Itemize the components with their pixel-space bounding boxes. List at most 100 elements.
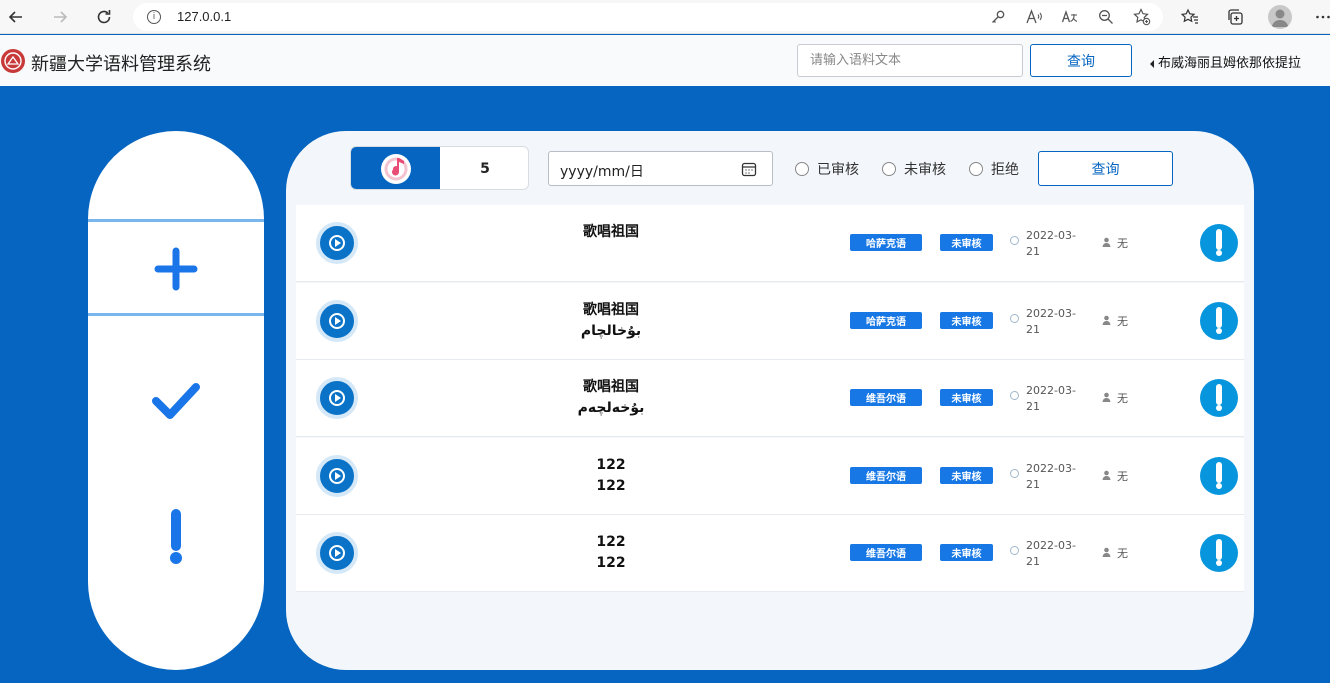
report-button[interactable] [1200,224,1238,262]
radio-label: 拒绝 [991,162,1019,178]
play-icon [329,390,345,406]
back-icon[interactable] [4,5,28,29]
date-line: 21 [1026,477,1040,491]
language-tag: 维吾尔语 [850,544,922,561]
exclamation-icon [1216,306,1222,334]
report-button[interactable] [1200,456,1238,495]
forward-icon[interactable] [48,5,72,29]
corpus-text-line: بۇخەلچەم [577,400,645,416]
user-icon [1102,470,1111,480]
user-icon [1102,392,1111,402]
date-line: 2022-03- [1026,384,1076,397]
more-menu-icon[interactable] [1312,6,1330,28]
radio-pending[interactable]: 未审核 [882,159,946,179]
corpus-text-line: 122 [596,456,626,473]
clock-icon [1010,236,1019,245]
reviewer-note: 无 [1117,547,1128,560]
play-icon [329,312,345,329]
music-disc-icon [380,154,411,184]
exclamation-icon [1216,539,1222,566]
music-disc-badge [351,147,440,189]
report-button[interactable] [1200,301,1238,340]
date-placeholder: yyyy/mm/日 [560,164,644,180]
zoom-out-icon[interactable] [1095,6,1117,28]
url-text: 127.0.0.1 [177,9,232,24]
side-nav-approved[interactable] [88,377,264,425]
add-favorite-icon[interactable] [1131,6,1153,28]
table-row: 122 122 维吾尔语 未审核 2022-03- 21 无 [296,515,1244,592]
play-audio-button[interactable] [316,222,358,264]
user-icon [1102,237,1111,247]
date-line: 21 [1026,555,1040,568]
record-date: 2022-03- 21 [1026,228,1078,260]
radio-circle[interactable] [795,162,809,176]
date-filter-input[interactable]: yyyy/mm/日 [548,151,773,186]
user-menu[interactable]: 布威海丽且姆依那依提拉 [1150,52,1301,71]
university-logo-icon [1,49,25,73]
side-nav-rejected[interactable] [88,509,264,565]
record-date: 2022-03- 21 [1026,538,1078,570]
reload-icon[interactable] [92,5,116,29]
side-nav-add[interactable] [88,247,264,291]
read-aloud-icon[interactable] [1023,6,1045,28]
language-tag: 维吾尔语 [850,466,922,484]
filter-query-button[interactable]: 查询 [1038,151,1173,186]
record-date: 2022-03- 21 [1026,461,1078,493]
table-row: 歌唱祖国 بۇخەلچەم 维吾尔语 未审核 2022-03- 21 无 [296,360,1244,437]
play-audio-button[interactable] [316,532,358,574]
status-badge: 未审核 [940,544,993,561]
record-date: 2022-03- 21 [1026,383,1078,415]
app-header: 新疆大学语料管理系统 查询 布威海丽且姆依那依提拉 [0,35,1330,86]
status-badge: 未审核 [940,311,993,329]
play-audio-button[interactable] [316,377,358,419]
corpus-text-line: بۇخالچام [580,322,642,339]
radio-rejected[interactable]: 拒绝 [969,159,1019,179]
user-name: 布威海丽且姆依那依提拉 [1158,56,1302,71]
date-line: 2022-03- [1026,539,1076,552]
reviewer-note: 无 [1117,392,1128,405]
header-query-button[interactable]: 查询 [1030,44,1132,77]
key-icon[interactable] [987,6,1009,28]
corpus-text: 歌唱祖国 بۇخالچام [536,300,686,342]
profile-avatar[interactable] [1268,5,1292,29]
user-icon [1102,315,1111,325]
collections-icon[interactable] [1224,6,1246,28]
language-tag: 哈萨克语 [850,311,922,329]
caret-left-icon [1150,59,1154,68]
clock-icon [1010,313,1019,323]
corpus-search-input[interactable] [797,44,1023,77]
report-button[interactable] [1200,379,1238,417]
info-icon[interactable]: i [147,10,161,24]
table-row: 歌唱祖国 哈萨克语 未审核 2022-03- 21 无 [296,205,1244,282]
language-tag: 哈萨克语 [850,234,922,251]
radio-circle[interactable] [882,162,896,176]
translate-icon[interactable] [1059,6,1081,28]
corpus-text-line: 122 [596,555,626,571]
clock-icon [1010,546,1019,555]
status-badge: 未审核 [940,234,993,251]
app-title: 新疆大学语料管理系统 [31,54,211,75]
date-line: 2022-03- [1026,306,1076,320]
report-button[interactable] [1200,534,1238,572]
exclamation-icon [170,509,182,564]
main-panel: 5 yyyy/mm/日 已审核 未审核 拒绝 查询 歌唱祖国 哈萨克语 未审核 [286,131,1254,670]
corpus-text: 歌唱祖国 [536,222,686,243]
date-line: 21 [1026,322,1040,336]
favorites-icon[interactable] [1179,6,1201,28]
exclamation-icon [1216,384,1222,411]
radio-circle[interactable] [969,162,983,176]
radio-approved[interactable]: 已审核 [795,159,859,179]
exclamation-icon [1216,229,1222,256]
side-divider [88,313,264,316]
corpus-text: 歌唱祖国 بۇخەلچەم [536,377,686,419]
play-icon [329,545,345,561]
play-audio-button[interactable] [316,299,358,342]
play-audio-button[interactable] [316,454,358,497]
corpus-text-line: 122 [596,534,626,550]
side-nav-panel [88,131,264,670]
clock-icon [1010,468,1019,478]
record-count: 5 [480,161,490,177]
side-divider [88,219,264,222]
calendar-icon[interactable] [741,161,757,177]
radio-label: 已审核 [817,162,859,178]
